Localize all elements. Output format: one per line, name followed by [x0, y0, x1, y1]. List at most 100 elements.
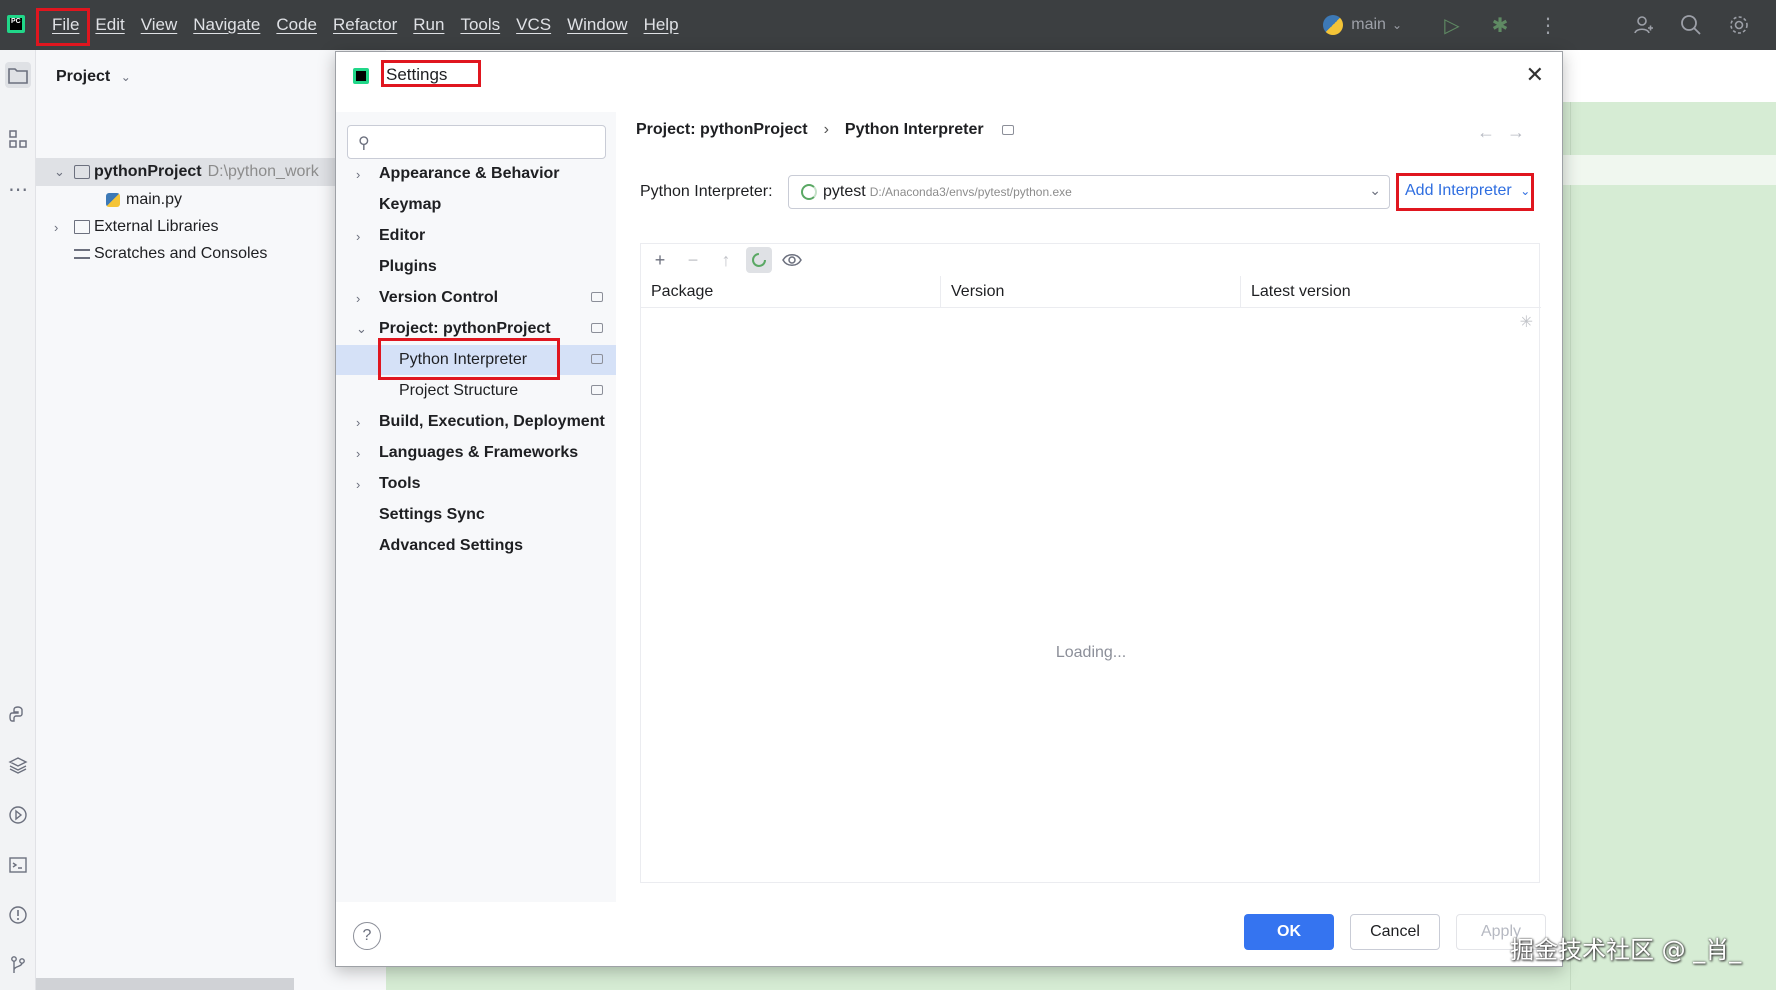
chevron-right-icon[interactable]: › — [54, 220, 68, 235]
chevron-down-icon: ⌄ — [1391, 18, 1402, 32]
chevron-down-icon: ⌄ — [120, 70, 131, 84]
nav-keymap[interactable]: Keymap — [336, 190, 616, 220]
tree-node-main-py[interactable]: main.py — [36, 186, 182, 214]
layers-icon[interactable] — [5, 752, 31, 778]
folder-icon — [74, 165, 90, 179]
nav-label: Languages & Frameworks — [379, 444, 579, 461]
nav-build-execution-deployment[interactable]: › Build, Execution, Deployment — [336, 407, 616, 437]
menu-navigate[interactable]: Navigate — [185, 0, 268, 50]
nav-tools[interactable]: › Tools — [336, 469, 616, 499]
cancel-button[interactable]: Cancel — [1350, 914, 1440, 950]
more-tools-icon[interactable]: ⋯ — [5, 176, 31, 202]
services-icon[interactable] — [5, 802, 31, 828]
menu-tools[interactable]: Tools — [452, 0, 508, 50]
chevron-down-icon: ⌄ — [1369, 182, 1381, 198]
back-arrow-icon[interactable]: ← — [1477, 122, 1507, 142]
eye-icon[interactable] — [779, 247, 805, 273]
project-folder-icon[interactable] — [5, 62, 31, 88]
python-icon — [1323, 15, 1344, 35]
project-scope-icon — [591, 292, 603, 302]
column-package[interactable]: Package — [641, 276, 941, 308]
breadcrumb-parent[interactable]: Project: pythonProject — [636, 121, 808, 139]
nav-label: Version Control — [379, 289, 499, 306]
chevron-right-icon: › — [356, 445, 361, 461]
pycharm-logo-icon[interactable]: PC — [7, 15, 25, 33]
nav-languages-frameworks[interactable]: › Languages & Frameworks — [336, 438, 616, 468]
nav-project[interactable]: ⌄ Project: pythonProject — [336, 314, 616, 344]
ok-button[interactable]: OK — [1244, 914, 1334, 950]
watermark: 掘金技术社区 @ _肖_ — [1510, 936, 1742, 964]
project-scope-icon — [591, 385, 603, 395]
git-icon[interactable] — [5, 952, 31, 978]
python-console-icon[interactable] — [5, 702, 31, 728]
column-version[interactable]: Version — [941, 276, 1241, 308]
nav-settings-sync[interactable]: Settings Sync — [336, 500, 616, 530]
menu-code[interactable]: Code — [268, 0, 325, 50]
scratches-icon — [74, 249, 90, 259]
add-interpreter-link[interactable]: Add Interpreter ⌄ — [1405, 182, 1530, 200]
project-header-label: Project — [56, 68, 111, 85]
chevron-right-icon: › — [356, 166, 361, 182]
nav-editor[interactable]: › Editor — [336, 221, 616, 251]
nav-label: Plugins — [379, 258, 437, 275]
menu-vcs[interactable]: VCS — [508, 0, 559, 50]
chevron-right-icon: › — [356, 476, 361, 492]
search-icon[interactable] — [1680, 14, 1702, 36]
title-bar: PC File Edit View Navigate Code Refactor… — [0, 0, 1776, 50]
menu-view[interactable]: View — [133, 0, 186, 50]
horizontal-scrollbar[interactable] — [36, 978, 294, 990]
menu-run[interactable]: Run — [405, 0, 452, 50]
menu-edit[interactable]: Edit — [87, 0, 132, 50]
menu-file[interactable]: File — [44, 0, 87, 50]
interpreter-label: Python Interpreter: — [640, 183, 773, 200]
menu-refactor[interactable]: Refactor — [325, 0, 405, 50]
more-icon[interactable]: ⋮ — [1537, 14, 1559, 37]
nav-label: Project Structure — [399, 382, 519, 399]
account-icon[interactable] — [1632, 14, 1654, 36]
structure-icon[interactable] — [5, 126, 31, 152]
main-menu: File Edit View Navigate Code Refactor Ru… — [44, 0, 687, 50]
tree-node-project-root[interactable]: ⌄ pythonProject D:\python_work — [36, 158, 336, 186]
add-package-icon[interactable]: + — [647, 247, 673, 273]
problems-icon[interactable] — [5, 902, 31, 928]
nav-advanced-settings[interactable]: Advanced Settings — [336, 531, 616, 561]
remove-package-icon[interactable]: − — [680, 247, 706, 273]
column-latest-version[interactable]: Latest version — [1241, 276, 1541, 308]
upgrade-package-icon[interactable]: ↑ — [713, 247, 739, 273]
pycharm-logo-icon — [353, 68, 369, 84]
tree-node-scratches[interactable]: Scratches and Consoles — [36, 240, 267, 268]
help-icon[interactable]: ? — [353, 922, 381, 950]
menu-help[interactable]: Help — [636, 0, 687, 50]
forward-arrow-icon[interactable]: → — [1507, 122, 1537, 142]
settings-search-input[interactable]: ⚲ — [347, 125, 606, 159]
close-icon[interactable]: ✕ — [1526, 62, 1544, 88]
history-navigation: ←→ — [1477, 122, 1537, 143]
nav-project-structure[interactable]: Project Structure — [336, 376, 616, 406]
project-view-selector[interactable]: Project ⌄ — [56, 68, 131, 86]
terminal-icon[interactable] — [5, 852, 31, 878]
nav-python-interpreter[interactable]: Python Interpreter — [336, 345, 616, 375]
refresh-icon[interactable] — [746, 247, 772, 273]
toolbar-right: main ⌄ ▷ ✱ ⋮ — [1323, 0, 1776, 50]
run-icon[interactable]: ▷ — [1441, 14, 1463, 37]
gear-icon[interactable] — [1728, 14, 1750, 36]
tool-window-strip: ⋯ — [0, 50, 36, 990]
nav-label: Project: pythonProject — [379, 320, 551, 337]
run-config-label: main — [1351, 16, 1386, 33]
settings-dialog: Settings ✕ ⚲ › Appearance & Behavior Key… — [335, 51, 1563, 967]
debug-icon[interactable]: ✱ — [1489, 14, 1511, 37]
interpreter-select[interactable]: pytest D:/Anaconda3/envs/pytest/python.e… — [788, 175, 1390, 209]
project-scope-icon — [591, 354, 603, 364]
nav-version-control[interactable]: › Version Control — [336, 283, 616, 313]
run-config-selector[interactable]: main ⌄ — [1323, 15, 1402, 35]
menu-window[interactable]: Window — [559, 0, 635, 50]
tree-node-external-libraries[interactable]: › External Libraries — [36, 213, 219, 241]
chevron-down-icon: ⌄ — [356, 321, 367, 336]
editor-column-guide — [1570, 102, 1571, 990]
external-libraries-label: External Libraries — [94, 218, 219, 235]
nav-appearance-behavior[interactable]: › Appearance & Behavior — [336, 159, 616, 189]
interpreter-name: pytest — [823, 183, 866, 200]
nav-plugins[interactable]: Plugins — [336, 252, 616, 282]
nav-label: Appearance & Behavior — [379, 165, 560, 182]
chevron-down-icon[interactable]: ⌄ — [54, 164, 68, 180]
